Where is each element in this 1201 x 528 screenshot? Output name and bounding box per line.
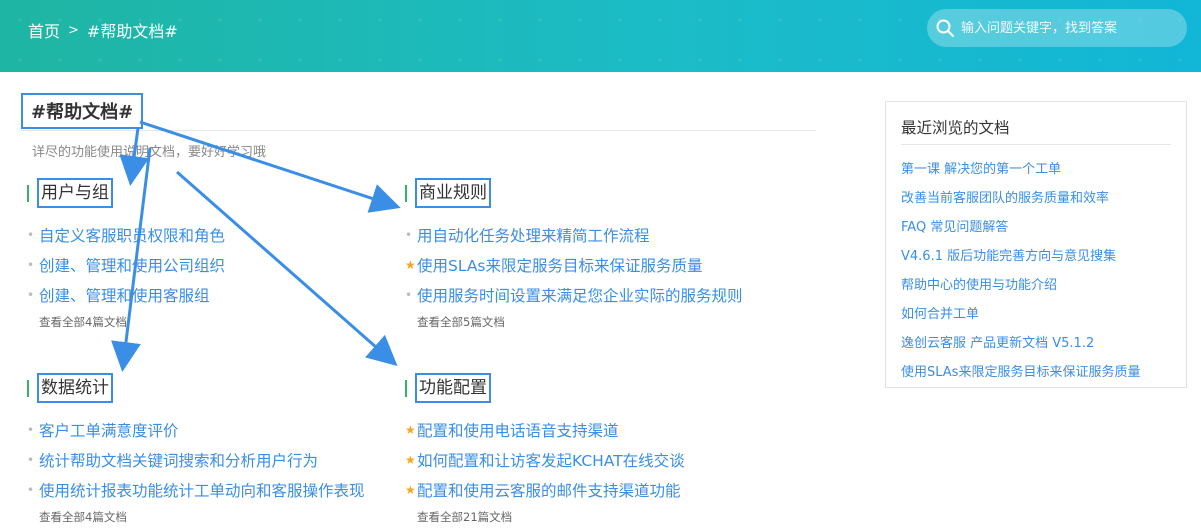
star-icon: ★: [405, 258, 416, 272]
list-item: V4.6.1 版后功能完善方向与意见搜集: [901, 240, 1171, 269]
star-icon: ★: [405, 423, 416, 437]
recent-docs-title: 最近浏览的文档: [901, 116, 1171, 145]
title-divider: [21, 130, 816, 131]
list-item: • 使用统计报表功能统计工单动向和客服操作表现: [27, 475, 387, 505]
doc-link[interactable]: 用自动化任务处理来精简工作流程: [417, 224, 650, 246]
recent-doc-link[interactable]: V4.6.1 版后功能完善方向与意见搜集: [901, 245, 1116, 264]
breadcrumb-separator: >: [68, 22, 79, 38]
doc-link[interactable]: 使用服务时间设置来满足您企业实际的服务规则: [417, 284, 743, 306]
star-icon: ★: [405, 483, 416, 497]
doc-link[interactable]: 如何配置和让访客发起KCHAT在线交谈: [417, 449, 685, 471]
section-list: ★ 配置和使用电话语音支持渠道 ★ 如何配置和让访客发起KCHAT在线交谈 ★ 配置和…: [405, 415, 765, 505]
section-business-rules: 商业规则 • 用自动化任务处理来精简工作流程 ★ 使用SLAs来限定服务目标来保证服…: [405, 178, 765, 330]
doc-link[interactable]: 使用SLAs来限定服务目标来保证服务质量: [417, 254, 703, 276]
list-item: • 自定义客服职员权限和角色: [27, 220, 387, 250]
list-item: 帮助中心的使用与功能介绍: [901, 269, 1171, 298]
section-bar: [27, 379, 29, 397]
list-item: ★ 配置和使用云客服的邮件支持渠道功能: [405, 475, 765, 505]
section-feature-config: 功能配置 ★ 配置和使用电话语音支持渠道 ★ 如何配置和让访客发起KCHAT在线交谈…: [405, 373, 765, 525]
list-item: • 使用服务时间设置来满足您企业实际的服务规则: [405, 280, 765, 310]
bullet-dot-icon: •: [27, 228, 35, 242]
doc-link[interactable]: 创建、管理和使用公司组织: [39, 254, 225, 276]
page-title: #帮助文档#: [21, 93, 144, 129]
list-item: 逸创云客服 产品更新文档 V5.1.2: [901, 327, 1171, 356]
bullet-dot-icon: •: [405, 228, 413, 242]
search-icon[interactable]: [935, 18, 955, 38]
section-bar: [27, 184, 29, 202]
recent-doc-link[interactable]: 改善当前客服团队的服务质量和效率: [901, 187, 1109, 206]
list-item: • 创建、管理和使用客服组: [27, 280, 387, 310]
list-item: • 统计帮助文档关键词搜索和分析用户行为: [27, 445, 387, 475]
section-list: • 用自动化任务处理来精简工作流程 ★ 使用SLAs来限定服务目标来保证服务质量 •…: [405, 220, 765, 310]
recent-docs-panel: 最近浏览的文档 第一课 解决您的第一个工单 改善当前客服团队的服务质量和效率 F…: [885, 101, 1187, 388]
list-item: • 创建、管理和使用公司组织: [27, 250, 387, 280]
section-title[interactable]: 数据统计: [37, 373, 113, 403]
recent-docs-list: 第一课 解决您的第一个工单 改善当前客服团队的服务质量和效率 FAQ 常见问题解…: [901, 153, 1171, 385]
doc-link[interactable]: 创建、管理和使用客服组: [39, 284, 210, 306]
doc-link[interactable]: 自定义客服职员权限和角色: [39, 224, 225, 246]
bullet-dot-icon: •: [27, 258, 35, 272]
section-title[interactable]: 功能配置: [415, 373, 491, 403]
bullet-dot-icon: •: [27, 483, 35, 497]
recent-doc-link[interactable]: 第一课 解决您的第一个工单: [901, 158, 1061, 177]
view-all-link[interactable]: 查看全部4篇文档: [39, 314, 127, 330]
section-list: • 客户工单满意度评价 • 统计帮助文档关键词搜索和分析用户行为 • 使用统计报表功能…: [27, 415, 387, 505]
recent-doc-link[interactable]: 使用SLAs来限定服务目标来保证服务质量: [901, 361, 1140, 380]
star-icon: ★: [405, 453, 416, 467]
list-item: 使用SLAs来限定服务目标来保证服务质量: [901, 356, 1171, 385]
section-statistics: 数据统计 • 客户工单满意度评价 • 统计帮助文档关键词搜索和分析用户行为 • 使用统…: [27, 373, 387, 525]
section-bar: [405, 184, 407, 202]
section-title[interactable]: 商业规则: [415, 178, 491, 208]
breadcrumb: 首页 > #帮助文档#: [28, 18, 178, 42]
search-box[interactable]: [927, 9, 1187, 47]
list-item: FAQ 常见问题解答: [901, 211, 1171, 240]
bullet-dot-icon: •: [405, 288, 413, 302]
recent-doc-link[interactable]: 逸创云客服 产品更新文档 V5.1.2: [901, 332, 1094, 351]
list-item: • 客户工单满意度评价: [27, 415, 387, 445]
bullet-dot-icon: •: [27, 453, 35, 467]
recent-doc-link[interactable]: 如何合并工单: [901, 303, 979, 322]
doc-link[interactable]: 配置和使用云客服的邮件支持渠道功能: [417, 479, 681, 501]
list-item: 如何合并工单: [901, 298, 1171, 327]
list-item: ★ 配置和使用电话语音支持渠道: [405, 415, 765, 445]
top-header: 首页 > #帮助文档#: [0, 0, 1201, 72]
breadcrumb-home-link[interactable]: 首页: [28, 18, 60, 42]
breadcrumb-current-link[interactable]: #帮助文档#: [87, 18, 178, 42]
section-list: • 自定义客服职员权限和角色 • 创建、管理和使用公司组织 • 创建、管理和使用客服组: [27, 220, 387, 310]
doc-link[interactable]: 统计帮助文档关键词搜索和分析用户行为: [39, 449, 318, 471]
section-bar: [405, 379, 407, 397]
recent-doc-link[interactable]: FAQ 常见问题解答: [901, 216, 1008, 235]
list-item: 改善当前客服团队的服务质量和效率: [901, 182, 1171, 211]
list-item: • 用自动化任务处理来精简工作流程: [405, 220, 765, 250]
view-all-link[interactable]: 查看全部4篇文档: [39, 509, 127, 525]
doc-link[interactable]: 配置和使用电话语音支持渠道: [417, 419, 619, 441]
doc-link[interactable]: 客户工单满意度评价: [39, 419, 179, 441]
view-all-link[interactable]: 查看全部5篇文档: [417, 314, 505, 330]
list-item: 第一课 解决您的第一个工单: [901, 153, 1171, 182]
search-input[interactable]: [961, 20, 1181, 36]
list-item: ★ 使用SLAs来限定服务目标来保证服务质量: [405, 250, 765, 280]
section-title[interactable]: 用户与组: [37, 178, 113, 208]
recent-doc-link[interactable]: 帮助中心的使用与功能介绍: [901, 274, 1057, 293]
section-users-groups: 用户与组 • 自定义客服职员权限和角色 • 创建、管理和使用公司组织 • 创建、管理和…: [27, 178, 387, 330]
page-subtitle: 详尽的功能使用说明文档，要好好学习哦: [32, 145, 267, 160]
bullet-dot-icon: •: [27, 288, 35, 302]
bullet-dot-icon: •: [27, 423, 35, 437]
view-all-link[interactable]: 查看全部21篇文档: [417, 509, 512, 525]
list-item: ★ 如何配置和让访客发起KCHAT在线交谈: [405, 445, 765, 475]
doc-link[interactable]: 使用统计报表功能统计工单动向和客服操作表现: [39, 479, 365, 501]
